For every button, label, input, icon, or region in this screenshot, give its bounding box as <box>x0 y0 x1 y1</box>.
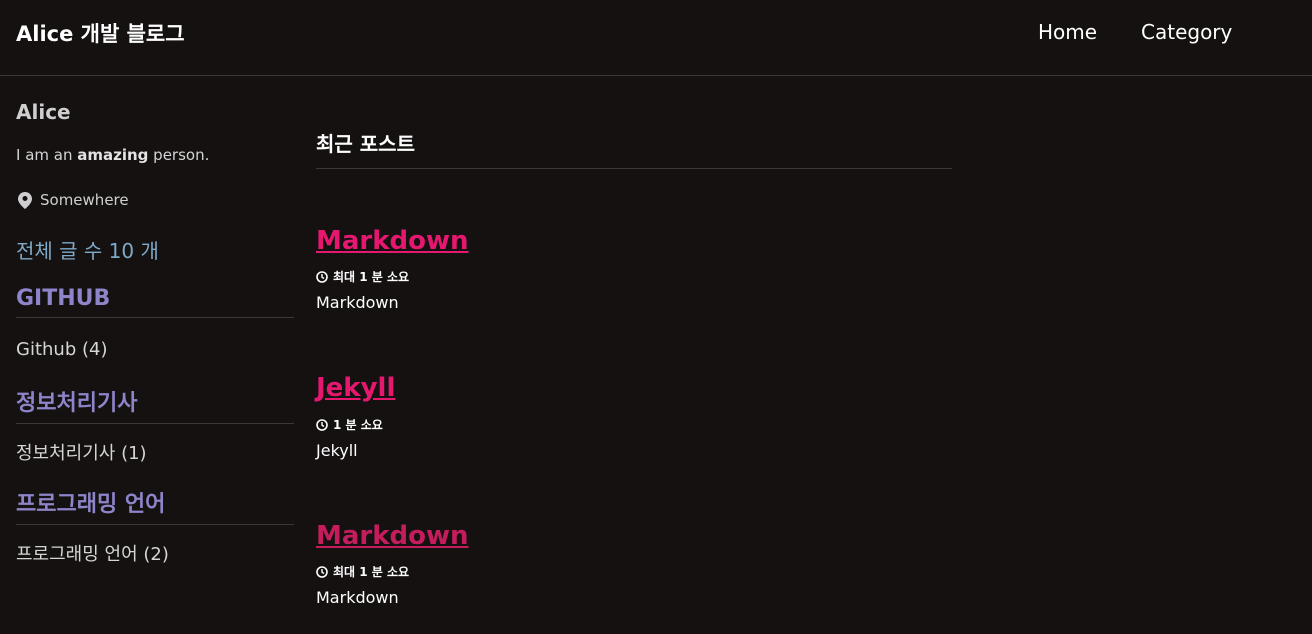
post-title-link[interactable]: Markdown <box>316 226 469 256</box>
read-time: 최대 1 분 소요 <box>333 270 410 284</box>
category-item-github[interactable]: Github (4) <box>16 339 107 360</box>
masthead: Alice 개발 블로그 Home Category <box>0 0 1312 76</box>
category-item-info-processing[interactable]: 정보처리기사 (1) <box>16 439 147 465</box>
read-time: 최대 1 분 소요 <box>333 565 410 579</box>
post-count-link[interactable]: 전체 글 수 10 개 <box>16 235 159 264</box>
location-text: Somewhere <box>40 191 129 209</box>
map-marker-icon <box>18 191 32 209</box>
category-heading-info-processing: 정보처리기사 <box>16 385 294 424</box>
nav-home-link[interactable]: Home <box>1038 20 1097 44</box>
category-item-programming-language[interactable]: 프로그래밍 언어 (2) <box>16 540 169 566</box>
post-excerpt: Jekyll <box>316 441 358 460</box>
author-location: Somewhere <box>18 191 129 209</box>
category-heading-programming-language: 프로그래밍 언어 <box>16 486 294 525</box>
post-title-link[interactable]: Jekyll <box>316 373 395 403</box>
post-meta: 최대 1 분 소요 <box>316 563 409 580</box>
clock-icon <box>316 270 328 283</box>
post-meta: 1 분 소요 <box>316 416 383 433</box>
clock-icon <box>316 565 328 578</box>
read-time: 1 분 소요 <box>333 418 383 432</box>
nav-category-link[interactable]: Category <box>1141 20 1232 44</box>
recent-posts-title: 최근 포스트 <box>316 128 952 169</box>
category-heading-github: GITHUB <box>16 286 294 318</box>
author-name: Alice <box>16 100 71 124</box>
post-meta: 최대 1 분 소요 <box>316 268 409 285</box>
bio-bold: amazing <box>77 146 149 164</box>
site-title[interactable]: Alice 개발 블로그 <box>16 18 185 48</box>
clock-icon <box>316 418 328 431</box>
author-bio: I am an amazing person. <box>16 146 209 164</box>
bio-suffix: person. <box>148 146 210 164</box>
post-excerpt: Markdown <box>316 293 399 312</box>
bio-prefix: I am an <box>16 146 78 164</box>
post-title-link[interactable]: Markdown <box>316 521 469 551</box>
post-excerpt: Markdown <box>316 588 399 607</box>
